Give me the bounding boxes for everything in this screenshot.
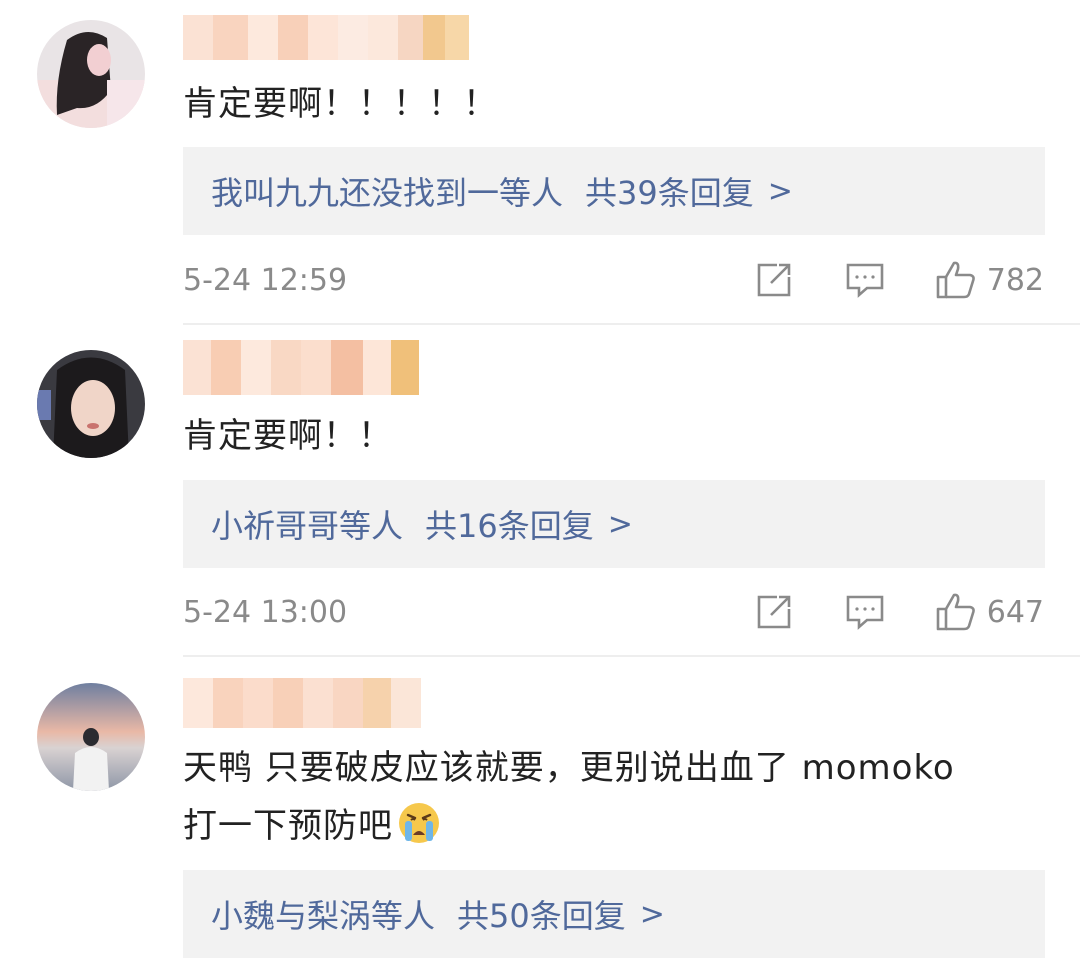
reply-count: 共39条回复 <box>585 174 754 212</box>
share-icon[interactable] <box>755 593 793 631</box>
replies-preview[interactable]: 我叫九九还没找到一等人 共39条回复 > <box>183 147 1045 235</box>
thumbs-up-icon[interactable] <box>935 259 977 301</box>
action-bar: 782 <box>755 259 1044 301</box>
replies-preview[interactable]: 小祈哥哥等人 共16条回复 > <box>183 480 1045 568</box>
share-icon[interactable] <box>755 261 793 299</box>
reply-names: 小魏与梨涡等人 <box>211 897 436 935</box>
avatar[interactable] <box>37 20 145 128</box>
chevron-right-icon: > <box>607 506 633 542</box>
reply-count: 共16条回复 <box>425 507 594 545</box>
timestamp: 5-24 13:00 <box>183 594 348 630</box>
reply-count: 共50条回复 <box>457 897 626 935</box>
divider <box>183 655 1080 657</box>
username-blurred[interactable] <box>183 678 421 728</box>
comment-text: 天鸭 只要破皮应该就要，更别说出血了 momoko 打一下预防吧 <box>183 739 1040 863</box>
comment-list: 肯定要啊！！！！！ 我叫九九还没找到一等人 共39条回复 > 5-24 12:5… <box>0 0 1080 960</box>
comment-meta: 5-24 12:59 782 <box>183 255 1044 305</box>
divider <box>183 323 1080 325</box>
timestamp: 5-24 12:59 <box>183 262 348 298</box>
like-count: 647 <box>986 594 1044 630</box>
chevron-right-icon: > <box>767 173 793 209</box>
reply-names: 小祈哥哥等人 <box>211 507 404 545</box>
like-count: 782 <box>986 262 1044 298</box>
action-bar: 647 <box>755 591 1044 633</box>
replies-preview[interactable]: 小魏与梨涡等人 共50条回复 > <box>183 870 1045 958</box>
reply-names: 我叫九九还没找到一等人 <box>211 174 564 212</box>
avatar[interactable] <box>37 683 145 791</box>
username-blurred[interactable] <box>183 340 419 395</box>
crying-face-emoji <box>397 801 441 863</box>
comment-text-line-content: 打一下预防吧 <box>183 806 393 846</box>
username-blurred[interactable] <box>183 15 469 60</box>
comment-icon[interactable] <box>845 593 885 631</box>
chevron-right-icon: > <box>639 896 665 932</box>
avatar[interactable] <box>37 350 145 458</box>
comment-text: 肯定要啊！！！！！ <box>183 84 498 124</box>
comment-text: 肯定要啊！！ <box>183 416 393 456</box>
comment-icon[interactable] <box>845 261 885 299</box>
comment-text-line: 天鸭 只要破皮应该就要，更别说出血了 momoko <box>183 748 955 788</box>
comment-meta: 5-24 13:00 647 <box>183 587 1044 637</box>
comment-text-line: 打一下预防吧 <box>183 797 1040 863</box>
thumbs-up-icon[interactable] <box>935 591 977 633</box>
